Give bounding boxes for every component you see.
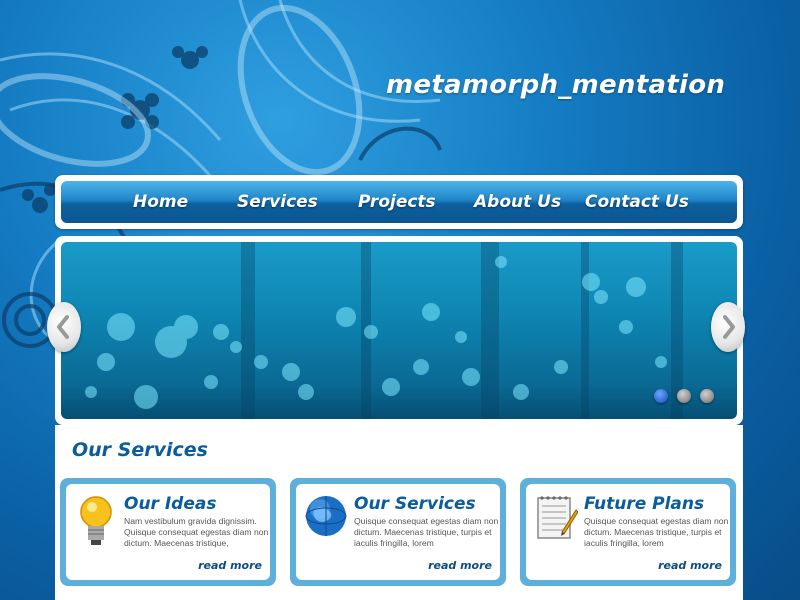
card-title: Our Ideas: [124, 494, 217, 514]
nav-home[interactable]: Home: [133, 181, 188, 223]
services-section: Our Services Our Ideas Nam vestibulum gr…: [55, 425, 743, 600]
card-text: Quisque consequat egestas diam non dictu…: [584, 516, 729, 548]
chevron-right-icon: [723, 315, 735, 339]
site-title: metamorph_mentation: [386, 70, 726, 100]
nav-bar: Home Services Projects About Us Contact …: [61, 181, 737, 223]
slider-prev-arrow[interactable]: [47, 302, 81, 352]
read-more-link[interactable]: read more: [658, 559, 722, 572]
read-more-link[interactable]: read more: [198, 559, 262, 572]
chevron-left-icon: [57, 315, 69, 339]
slider-dot-3[interactable]: [700, 389, 714, 403]
service-card: Future Plans Quisque consequat egestas d…: [520, 478, 736, 586]
card-text: Quisque consequat egestas diam non dictu…: [354, 516, 499, 548]
nav-contact-us[interactable]: Contact Us: [585, 181, 689, 223]
globe-icon: [305, 496, 347, 536]
card-text: Nam vestibulum gravida dignissim. Quisqu…: [124, 516, 269, 548]
slider-dot-2[interactable]: [677, 389, 691, 403]
service-card: Our Services Quisque consequat egestas d…: [290, 478, 506, 586]
slider-image: [61, 242, 737, 419]
nav-about-us[interactable]: About Us: [474, 181, 561, 223]
image-slider: [47, 236, 745, 425]
read-more-link[interactable]: read more: [428, 559, 492, 572]
main-navigation: Home Services Projects About Us Contact …: [55, 175, 743, 229]
card-title: Our Services: [354, 494, 476, 514]
service-card: Our Ideas Nam vestibulum gravida digniss…: [60, 478, 276, 586]
card-title: Future Plans: [584, 494, 705, 514]
slider-dot-1[interactable]: [654, 389, 668, 403]
notepad-pen-icon: [537, 496, 578, 539]
nav-services[interactable]: Services: [237, 181, 318, 223]
lightbulb-icon: [80, 496, 112, 545]
section-heading: Our Services: [72, 439, 208, 461]
slider-next-arrow[interactable]: [711, 302, 745, 352]
nav-projects[interactable]: Projects: [358, 181, 436, 223]
